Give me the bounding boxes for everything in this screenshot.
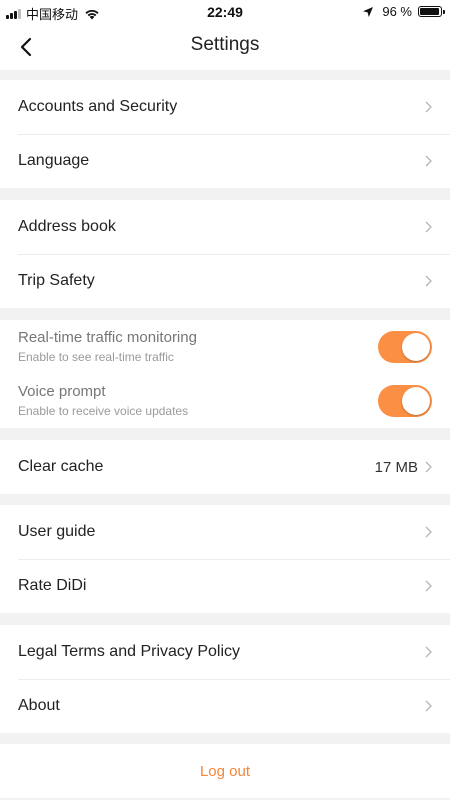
row-label: Rate DiDi [18, 577, 87, 594]
row-label: Clear cache [18, 458, 104, 475]
chevron-right-icon [425, 526, 432, 538]
location-arrow-icon [363, 6, 374, 17]
row-label: Language [18, 152, 90, 169]
language-row[interactable]: Language [0, 134, 450, 188]
contacts-group: Address book Trip Safety [0, 200, 450, 308]
user-guide-row[interactable]: User guide [0, 505, 450, 559]
account-group: Accounts and Security Language [0, 80, 450, 188]
rate-didi-row[interactable]: Rate DiDi [0, 559, 450, 613]
toggle-title: Voice prompt [18, 383, 106, 400]
logout-button[interactable]: Log out [0, 744, 450, 798]
settings-list: Accounts and Security Language Address b… [0, 70, 450, 798]
chevron-right-icon [425, 221, 432, 233]
nav-bar: Settings [0, 24, 450, 70]
row-label: Accounts and Security [18, 98, 178, 115]
status-bar: 中国移动 22:49 96 % [0, 0, 450, 24]
battery-icon [418, 6, 445, 17]
voice-prompt-row: Voice prompt Enable to receive voice upd… [0, 374, 450, 428]
row-label: User guide [18, 523, 96, 540]
chevron-right-icon [425, 155, 432, 167]
voice-prompt-toggle[interactable] [378, 385, 432, 417]
legal-group: Legal Terms and Privacy Policy About [0, 625, 450, 733]
status-right: 96 % [362, 4, 445, 19]
battery-fill [420, 8, 439, 15]
clear-cache-row[interactable]: Clear cache 17 MB [0, 440, 450, 494]
chevron-right-icon [425, 580, 432, 592]
chevron-right-icon [425, 461, 432, 473]
toggle-subtitle: Enable to see real-time traffic [18, 350, 174, 364]
page-title: Settings [190, 34, 260, 55]
cache-group: Clear cache 17 MB [0, 440, 450, 494]
battery-percent: 96 % [382, 4, 412, 19]
logout-label: Log out [199, 762, 251, 780]
toggles-group: Real-time traffic monitoring Enable to s… [0, 320, 450, 428]
row-label: Address book [18, 218, 116, 235]
accounts-security-row[interactable]: Accounts and Security [0, 80, 450, 134]
chevron-right-icon [425, 646, 432, 658]
traffic-monitoring-toggle[interactable] [378, 331, 432, 363]
trip-safety-row[interactable]: Trip Safety [0, 254, 450, 308]
cache-size: 17 MB [374, 458, 418, 476]
row-label: Legal Terms and Privacy Policy [18, 643, 241, 660]
address-book-row[interactable]: Address book [0, 200, 450, 254]
row-label: About [18, 697, 60, 714]
help-group: User guide Rate DiDi [0, 505, 450, 613]
chevron-right-icon [425, 275, 432, 287]
legal-terms-row[interactable]: Legal Terms and Privacy Policy [0, 625, 450, 679]
chevron-right-icon [425, 700, 432, 712]
toggle-title: Real-time traffic monitoring [18, 329, 197, 346]
toggle-subtitle: Enable to receive voice updates [18, 404, 189, 418]
chevron-right-icon [425, 101, 432, 113]
row-label: Trip Safety [18, 272, 95, 289]
traffic-monitoring-row: Real-time traffic monitoring Enable to s… [0, 320, 450, 374]
about-row[interactable]: About [0, 679, 450, 733]
